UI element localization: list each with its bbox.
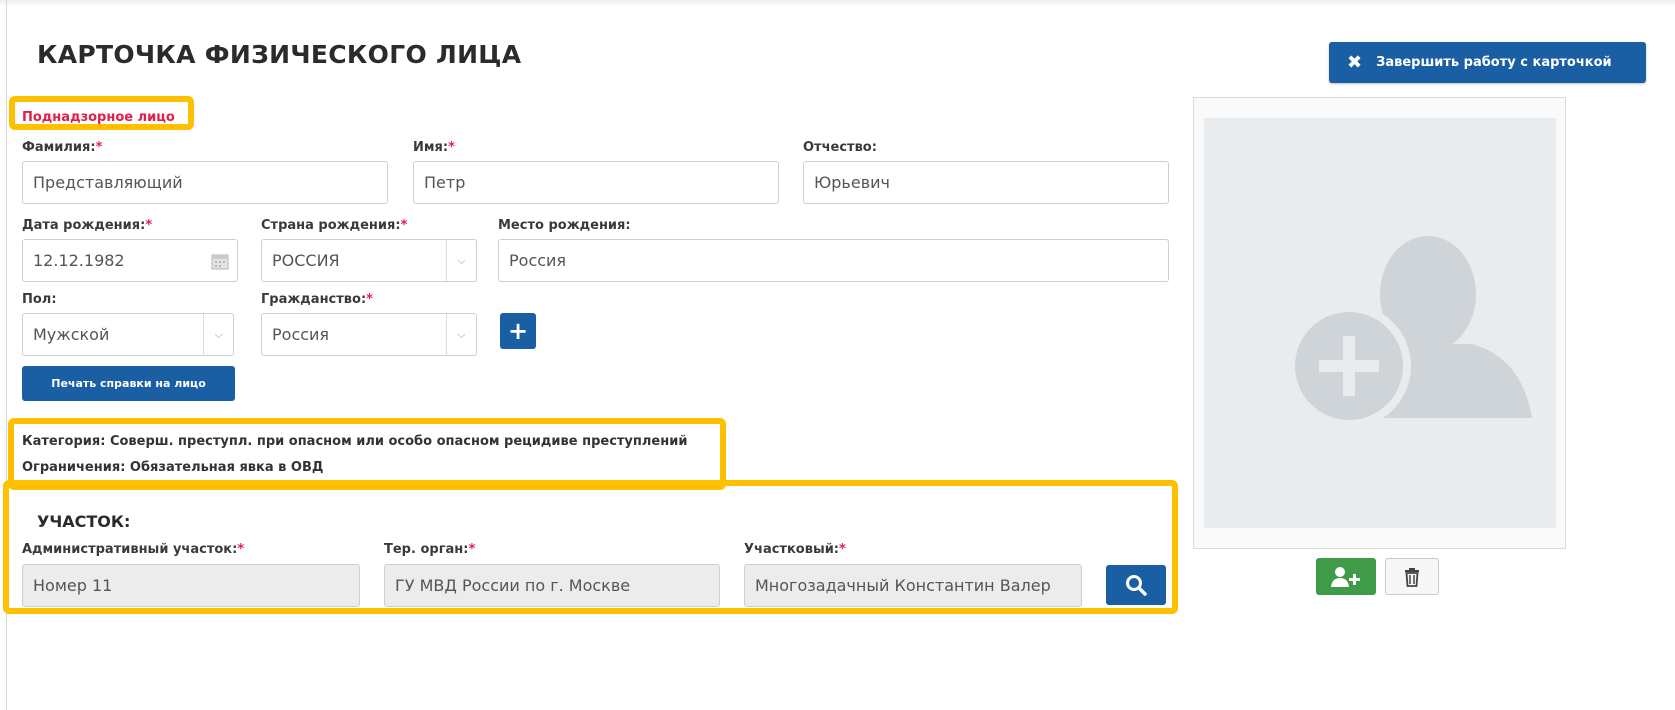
first-name-field[interactable]: Петр	[413, 161, 779, 204]
first-name-label: Имя:*	[413, 140, 455, 155]
finish-card-button[interactable]: ✖ Завершить работу с карточкой	[1329, 42, 1646, 83]
search-icon	[1126, 575, 1147, 596]
restrictions-text: Ограничения: Обязательная явка в ОВД	[22, 460, 324, 475]
page-title: КАРТОЧКА ФИЗИЧЕСКОГО ЛИЦА	[37, 40, 522, 69]
birth-date-field[interactable]: 12.12.1982	[22, 239, 238, 282]
gender-select[interactable]: Мужской ⌵	[22, 313, 234, 356]
finish-card-label: Завершить работу с карточкой	[1376, 55, 1612, 70]
patronymic-field[interactable]: Юрьевич	[803, 161, 1169, 204]
patronymic-label: Отчество:	[803, 140, 877, 155]
chevron-down-icon: ⌵	[446, 240, 476, 281]
citizenship-select[interactable]: Россия ⌵	[261, 313, 477, 356]
add-citizenship-button[interactable]: +	[500, 313, 536, 349]
add-photo-button[interactable]	[1316, 558, 1376, 595]
ter-organ-label: Тер. орган:*	[384, 542, 476, 557]
birth-date-label: Дата рождения:*	[22, 218, 153, 233]
add-user-icon	[1331, 566, 1360, 587]
admin-district-label: Административный участок:*	[22, 542, 245, 557]
officer-label: Участковый:*	[744, 542, 846, 557]
district-section-title: УЧАСТОК:	[37, 512, 131, 531]
gender-label: Пол:	[22, 292, 57, 307]
chevron-down-icon: ⌵	[203, 314, 233, 355]
print-certificate-button[interactable]: Печать справки на лицо	[22, 366, 235, 401]
birth-country-label: Страна рождения:*	[261, 218, 408, 233]
citizenship-label: Гражданство:*	[261, 292, 373, 307]
officer-field[interactable]: Многозадачный Константин Валер	[744, 564, 1082, 607]
birth-country-select[interactable]: РОССИЯ ⌵	[261, 239, 477, 282]
birth-place-label: Место рождения:	[498, 218, 631, 233]
chevron-down-icon: ⌵	[446, 314, 476, 355]
birth-place-field[interactable]: Россия	[498, 239, 1169, 282]
photo-panel	[1193, 97, 1566, 549]
user-placeholder-icon	[1287, 236, 1532, 428]
last-name-label: Фамилия:*	[22, 140, 103, 155]
trash-icon	[1405, 567, 1419, 587]
close-icon: ✖	[1347, 51, 1363, 73]
delete-photo-button[interactable]	[1385, 558, 1439, 595]
category-text: Категория: Соверш. преступл. при опасном…	[22, 434, 688, 449]
last-name-field[interactable]: Представляющий	[22, 161, 388, 204]
ter-organ-field[interactable]: ГУ МВД России по г. Москве	[384, 564, 720, 607]
status-label: Поднадзорное лицо	[22, 110, 175, 125]
top-shadow	[0, 0, 1675, 6]
admin-district-field[interactable]: Номер 11	[22, 564, 360, 607]
photo-placeholder[interactable]	[1204, 118, 1556, 528]
officer-search-button[interactable]	[1106, 565, 1166, 605]
calendar-icon[interactable]	[203, 240, 237, 281]
